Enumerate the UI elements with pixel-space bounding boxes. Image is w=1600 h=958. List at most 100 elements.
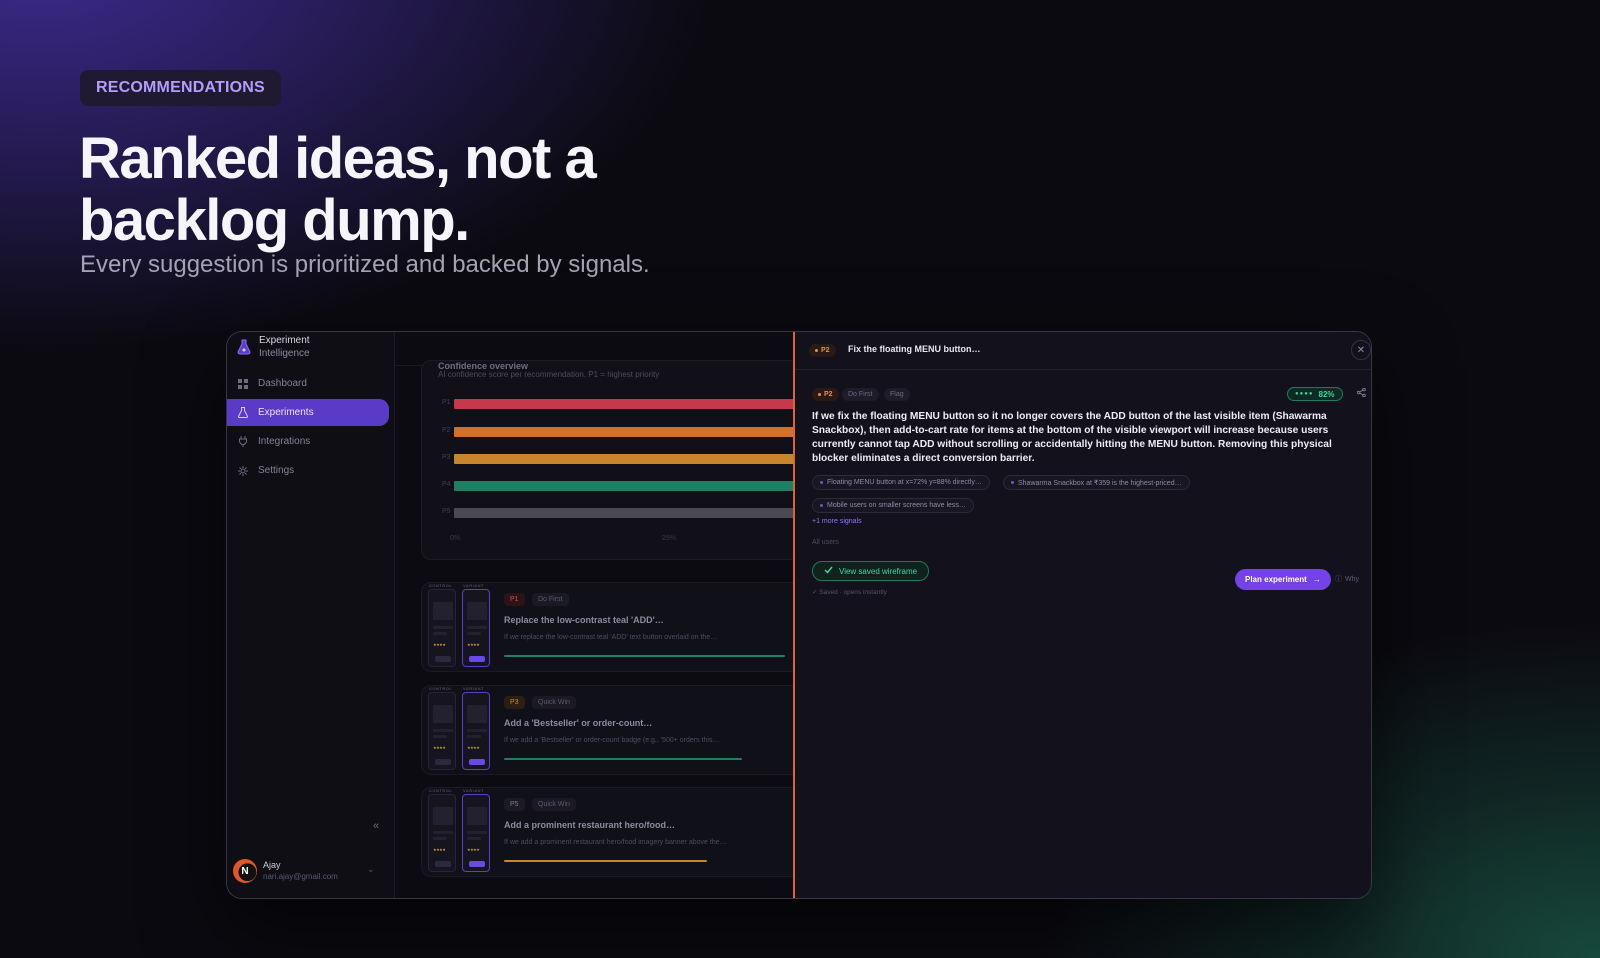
hero-badge: RECOMMENDATIONS: [80, 70, 281, 106]
thumbnail-line: [433, 729, 453, 732]
variant-thumbnail: VARIANT ★★★★: [462, 583, 490, 667]
plan-experiment-button[interactable]: Plan experiment →: [1235, 569, 1331, 590]
confidence-bar-label: P4: [442, 481, 451, 488]
plug-icon: [237, 436, 248, 447]
user-email: nari.ajay@gmail.com: [263, 872, 338, 881]
effort-tag: Quick Win: [532, 696, 576, 709]
hero-title: Ranked ideas, not a backlog dump.: [79, 128, 799, 252]
confidence-bar-row: P1: [438, 399, 808, 409]
control-thumbnail: CONTROL ★★★★: [428, 686, 456, 770]
hero-title-line-2: backlog dump.: [79, 188, 470, 253]
signal-chip[interactable]: Mobile users on smaller screens have les…: [812, 498, 974, 513]
confidence-bar: [454, 399, 804, 409]
priority-badge: P2: [812, 388, 839, 401]
thumbnail-line: [467, 729, 487, 732]
sidebar: Experiment Intelligence Dashboard Experi…: [227, 332, 395, 898]
confidence-bar: [454, 427, 804, 437]
close-button[interactable]: ✕: [1351, 340, 1371, 360]
confidence-bar-row: P4: [438, 481, 808, 491]
priority-badge: P2: [809, 344, 836, 357]
recommendation-description: If we add a prominent restaurant hero/fo…: [504, 839, 727, 846]
thumbnail-add-button: [435, 759, 451, 765]
confidence-bar-row: P3: [438, 454, 808, 464]
recommendation-description: If we add a 'Bestseller' or order-count …: [504, 737, 720, 744]
flask-icon: [237, 407, 248, 418]
signal-chip[interactable]: Shawarma Snackbox at ₹359 is the highest…: [1003, 475, 1190, 490]
confidence-bar-row: P5: [438, 508, 808, 518]
recommendation-card[interactable]: CONTROL ★★★★ VARIANT ★★★★ P1 Do First Replace …: [421, 582, 801, 672]
tag-flag: Flag: [884, 388, 910, 401]
variant-thumbnail: VARIANT ★★★★: [462, 788, 490, 872]
sidebar-item-settings[interactable]: Settings: [227, 457, 389, 484]
confidence-bar-label: P3: [442, 454, 451, 461]
thumbnail-add-button: [469, 759, 485, 765]
rating-stars-icon: ★★★★: [433, 847, 446, 852]
hero-title-line-1: Ranked ideas, not a: [79, 126, 597, 191]
priority-badge: P3: [504, 696, 525, 709]
thumbnail-label: CONTROL: [429, 583, 453, 588]
recommendation-card[interactable]: CONTROL ★★★★ VARIANT ★★★★ P3 Quick Win Add a '…: [421, 685, 801, 775]
confidence-subtitle: AI confidence score per recommendation. …: [438, 370, 660, 379]
grid-icon: [237, 378, 248, 389]
user-name: Ajay: [263, 860, 281, 870]
thumbnail-block: [433, 602, 453, 620]
confidence-bar-row: P2: [438, 427, 808, 437]
variant-thumbnail: VARIANT ★★★★: [462, 686, 490, 770]
priority-badge: P1: [504, 593, 525, 606]
thumbnail-add-button: [435, 656, 451, 662]
arrow-right-icon: →: [1312, 575, 1321, 584]
recommendation-card[interactable]: CONTROL ★★★★ VARIANT ★★★★ P5 Quick Win Add a p…: [421, 787, 801, 877]
more-signals-link[interactable]: +1 more signals: [812, 518, 862, 525]
axis-tick: 25%: [662, 535, 677, 542]
thumbnail-block: [433, 705, 453, 723]
recommendation-title: Replace the low-contrast teal 'ADD'…: [504, 615, 664, 625]
user-menu[interactable]: N Ajay nari.ajay@gmail.com: [233, 859, 338, 883]
thumbnail-line: [467, 632, 481, 635]
thumbnail-line: [467, 837, 481, 840]
audience-label: All users: [812, 539, 839, 546]
recommendation-title: Add a 'Bestseller' or order-count…: [504, 718, 653, 728]
gear-icon: [237, 465, 248, 476]
rating-stars-icon: ★★★★: [433, 745, 446, 750]
thumbnail-label: VARIANT: [463, 686, 484, 691]
confidence-score: ●●●● 82%: [1287, 387, 1343, 401]
thumbnail-line: [467, 735, 481, 738]
thumbnail-line: [433, 626, 453, 629]
confidence-progress-bar: [504, 758, 742, 760]
sidebar-item-label: Integrations: [258, 436, 311, 447]
close-icon: ✕: [1356, 344, 1366, 356]
share-icon[interactable]: [1356, 387, 1366, 399]
thumbnail-block: [467, 705, 487, 723]
thumbnail-line: [433, 837, 447, 840]
hypothesis-text: If we fix the floating MENU button so it…: [812, 411, 1332, 464]
effort-tag: Quick Win: [532, 798, 576, 811]
avatar: N: [233, 859, 257, 883]
signal-chip[interactable]: Floating MENU button at x=72% y=88% dire…: [812, 475, 990, 490]
sidebar-item-dashboard[interactable]: Dashboard: [227, 370, 389, 397]
sidebar-item-integrations[interactable]: Integrations: [227, 428, 389, 455]
sidebar-item-experiments[interactable]: Experiments: [227, 399, 389, 426]
thumbnail-line: [467, 831, 487, 834]
recommendation-description: If we replace the low-contrast teal 'ADD…: [504, 634, 718, 641]
control-thumbnail: CONTROL ★★★★: [428, 788, 456, 872]
brand[interactable]: Experiment Intelligence: [237, 334, 310, 360]
recommendation-title: Add a prominent restaurant hero/food…: [504, 820, 676, 830]
chevron-down-icon[interactable]: ⌄: [367, 864, 375, 875]
info-icon: ⓘ: [1335, 576, 1342, 583]
view-wireframe-button[interactable]: View saved wireframe: [812, 561, 930, 581]
thumbnail-add-button: [469, 656, 485, 662]
sidebar-item-label: Experiments: [258, 407, 314, 418]
thumbnail-line: [433, 735, 447, 738]
brand-name: Experiment: [259, 335, 310, 346]
why-link[interactable]: ⓘ Why: [1335, 574, 1359, 584]
panel-header: P2 Fix the floating MENU button… ✕: [795, 332, 1371, 370]
collapse-sidebar-icon[interactable]: «: [373, 820, 379, 832]
recommendation-detail-panel: P2 Fix the floating MENU button… ✕ P2 Do…: [793, 332, 1371, 898]
brand-subname: Intelligence: [259, 348, 310, 359]
main-content: Confidence overview AI confidence score …: [395, 332, 804, 898]
thumbnail-label: CONTROL: [429, 788, 453, 793]
saved-note: ✓ Saved · opens instantly: [812, 589, 887, 596]
confidence-overview-card: Confidence overview AI confidence score …: [421, 360, 804, 560]
thumbnail-label: CONTROL: [429, 686, 453, 691]
rating-stars-icon: ★★★★: [467, 745, 480, 750]
